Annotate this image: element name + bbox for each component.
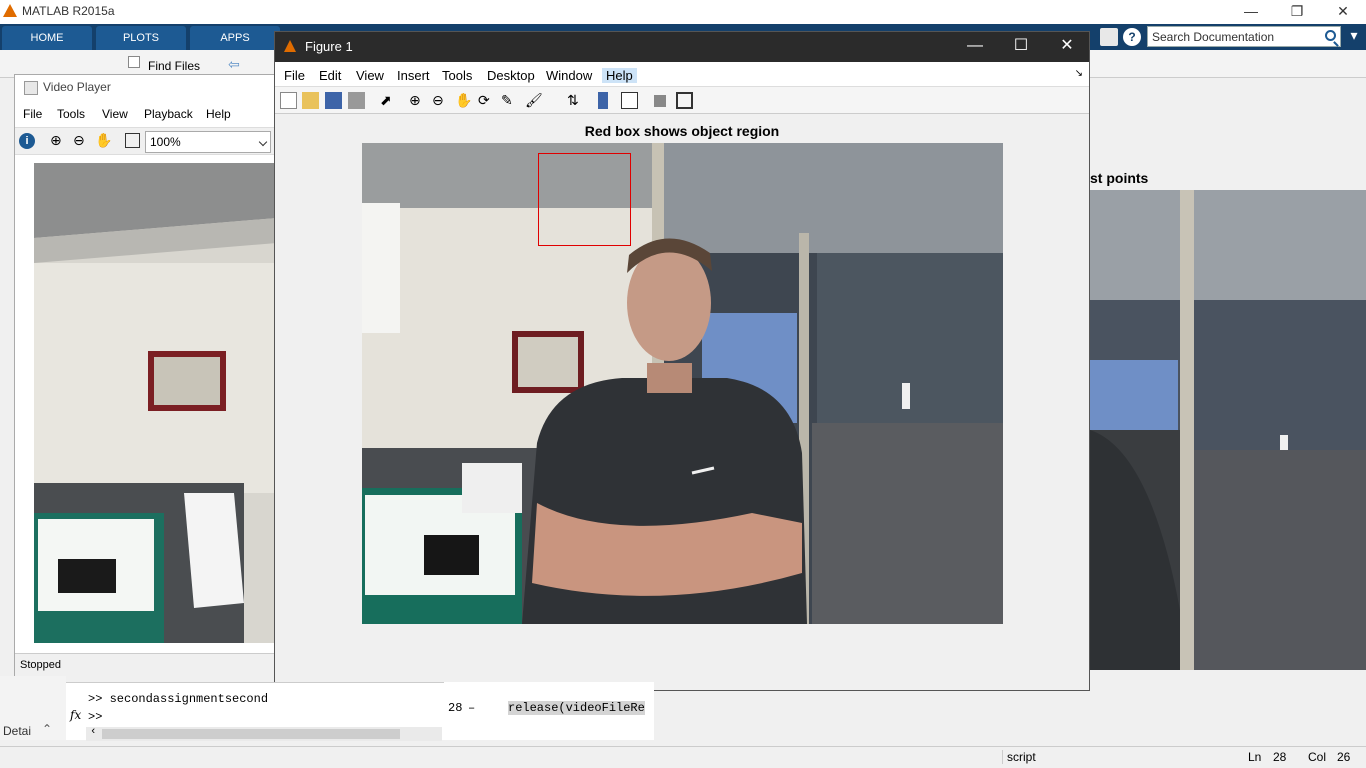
fig-menu-desktop[interactable]: Desktop — [487, 68, 535, 83]
figure-close-icon[interactable]: ✕ — [1044, 32, 1090, 62]
back-arrow-icon[interactable]: ⇦ — [228, 56, 240, 73]
colorbar-icon[interactable] — [598, 92, 608, 109]
vp-menu-file[interactable]: File — [23, 107, 42, 121]
status-col-value: 26 — [1337, 750, 1351, 764]
chevron-up-icon[interactable]: ⌃ — [42, 722, 52, 736]
video-player-menubar: File Tools View Playback Help — [15, 103, 275, 125]
video-player-frame — [34, 163, 277, 643]
rotate-3d-icon[interactable]: ⟳ — [478, 92, 495, 109]
fit-to-window-icon[interactable] — [125, 133, 140, 148]
zoom-out-icon[interactable]: ⊖ — [73, 132, 85, 149]
video-player-window: Video Player File Tools View Playback He… — [14, 74, 277, 677]
zoom-in-icon[interactable]: ⊕ — [50, 132, 62, 149]
hide-plot-tools-icon[interactable] — [654, 95, 666, 107]
object-region-box — [538, 153, 631, 246]
video-player-titlebar: Video Player — [15, 75, 275, 101]
fig-menu-insert[interactable]: Insert — [397, 68, 430, 83]
details-label: Detai — [3, 724, 32, 738]
right-figure-image — [1090, 190, 1366, 670]
right-figure-window: st points — [1090, 78, 1366, 670]
save-icon[interactable] — [325, 92, 342, 109]
matlab-titlebar: MATLAB R2015a — ❐ ✕ — [0, 0, 1366, 24]
scroll-left-icon[interactable]: ‹ — [90, 726, 97, 738]
chevron-down-icon — [258, 137, 268, 147]
video-player-icon — [24, 81, 38, 95]
app-title: MATLAB R2015a — [22, 4, 115, 18]
fig-menu-view[interactable]: View — [356, 68, 384, 83]
status-col-label: Col — [1308, 750, 1327, 764]
figure-toolbar: ⬈ ⊕ ⊖ ✋ ⟳ ✎ 🖌 ⇅ — [275, 86, 1089, 114]
fig-menu-help[interactable]: Help — [602, 68, 637, 83]
status-ln-value: 28 — [1273, 750, 1287, 764]
show-plot-tools-icon[interactable] — [676, 92, 693, 109]
right-figure-title: st points — [1090, 170, 1149, 186]
print-icon[interactable] — [348, 92, 365, 109]
tab-plots[interactable]: PLOTS — [96, 26, 186, 50]
vp-menu-tools[interactable]: Tools — [57, 107, 85, 121]
help-icon[interactable]: ? — [1123, 28, 1141, 46]
editor-breakpoint-dash[interactable]: – — [468, 701, 475, 715]
close-icon[interactable]: ✕ — [1320, 0, 1366, 24]
editor-line-number: 28 — [448, 701, 463, 715]
info-icon[interactable]: i — [19, 133, 35, 149]
figure-title: Figure 1 — [305, 39, 353, 54]
brush-icon[interactable]: 🖌 — [525, 92, 543, 109]
vp-menu-view[interactable]: View — [102, 107, 128, 121]
command-prompt: >> — [88, 710, 103, 724]
video-player-title: Video Player — [43, 80, 111, 94]
restore-icon[interactable]: ❐ — [1274, 0, 1320, 24]
horizontal-scrollbar[interactable]: ‹ — [86, 726, 442, 741]
scrollbar-thumb[interactable] — [102, 729, 400, 739]
vp-menu-help[interactable]: Help — [206, 107, 231, 121]
tab-home[interactable]: HOME — [2, 26, 92, 50]
dock-arrow-icon[interactable]: ↘ — [1075, 68, 1083, 79]
minimize-icon[interactable]: — — [1228, 0, 1274, 24]
select-arrow-icon[interactable]: ⬈ — [380, 92, 397, 109]
layout-icon[interactable] — [1100, 28, 1118, 46]
fx-icon[interactable]: fx — [70, 708, 81, 722]
status-mode: script — [1002, 750, 1240, 764]
zoom-out-icon[interactable]: ⊖ — [432, 92, 449, 109]
zoom-value: 100% — [150, 135, 181, 149]
legend-icon[interactable] — [621, 92, 638, 109]
find-files-button[interactable]: Find Files — [148, 59, 200, 73]
search-icon[interactable] — [1325, 30, 1336, 41]
find-files-icon — [128, 56, 140, 68]
editor-pane[interactable]: 28 – release(videoFileRe — [444, 682, 654, 740]
figure-titlebar: Figure 1 — ☐ ✕ — [275, 32, 1089, 62]
matlab-logo-icon — [284, 40, 296, 52]
fig-menu-file[interactable]: File — [284, 68, 305, 83]
editor-code-line: release(videoFileRe — [508, 701, 645, 715]
figure-menubar: File Edit View Insert Tools Desktop Wind… — [275, 62, 1089, 86]
figure-image — [362, 143, 1003, 624]
zoom-in-icon[interactable]: ⊕ — [409, 92, 426, 109]
open-file-icon[interactable] — [302, 92, 319, 109]
tab-apps[interactable]: APPS — [190, 26, 280, 50]
data-cursor-icon[interactable]: ✎ — [501, 92, 518, 109]
status-bar: script Ln 28 Col 26 — [0, 746, 1366, 768]
pan-icon[interactable]: ✋ — [455, 92, 472, 109]
link-plot-icon[interactable]: ⇅ — [567, 92, 584, 109]
fig-menu-window[interactable]: Window — [546, 68, 592, 83]
video-player-toolbar: i ⊕ ⊖ ✋ 100% — [15, 127, 275, 155]
figure-minimize-icon[interactable]: — — [952, 32, 998, 62]
search-documentation-input[interactable]: Search Documentation — [1147, 26, 1341, 47]
fig-menu-tools[interactable]: Tools — [442, 68, 472, 83]
search-placeholder: Search Documentation — [1152, 30, 1275, 44]
status-ln-label: Ln — [1248, 750, 1262, 764]
new-figure-icon[interactable] — [280, 92, 297, 109]
matlab-logo-icon — [3, 4, 17, 17]
pan-hand-icon[interactable]: ✋ — [95, 132, 112, 149]
command-history-line: >> secondassignmentsecond — [88, 692, 269, 706]
axes-title: Red box shows object region — [584, 123, 780, 139]
figure-maximize-icon[interactable]: ☐ — [998, 32, 1044, 62]
fig-menu-edit[interactable]: Edit — [319, 68, 341, 83]
video-player-status: Stopped — [15, 653, 275, 677]
figure-window: Figure 1 — ☐ ✕ File Edit View Insert Too… — [274, 31, 1090, 691]
details-panel: Detai ⌃ — [0, 676, 66, 740]
ribbon-collapse-icon[interactable]: ▾ — [1342, 24, 1366, 48]
zoom-select[interactable]: 100% — [145, 131, 271, 153]
command-window[interactable]: >> secondassignmentsecond fx >> ‹ — [66, 682, 444, 741]
vp-menu-playback[interactable]: Playback — [144, 107, 193, 121]
